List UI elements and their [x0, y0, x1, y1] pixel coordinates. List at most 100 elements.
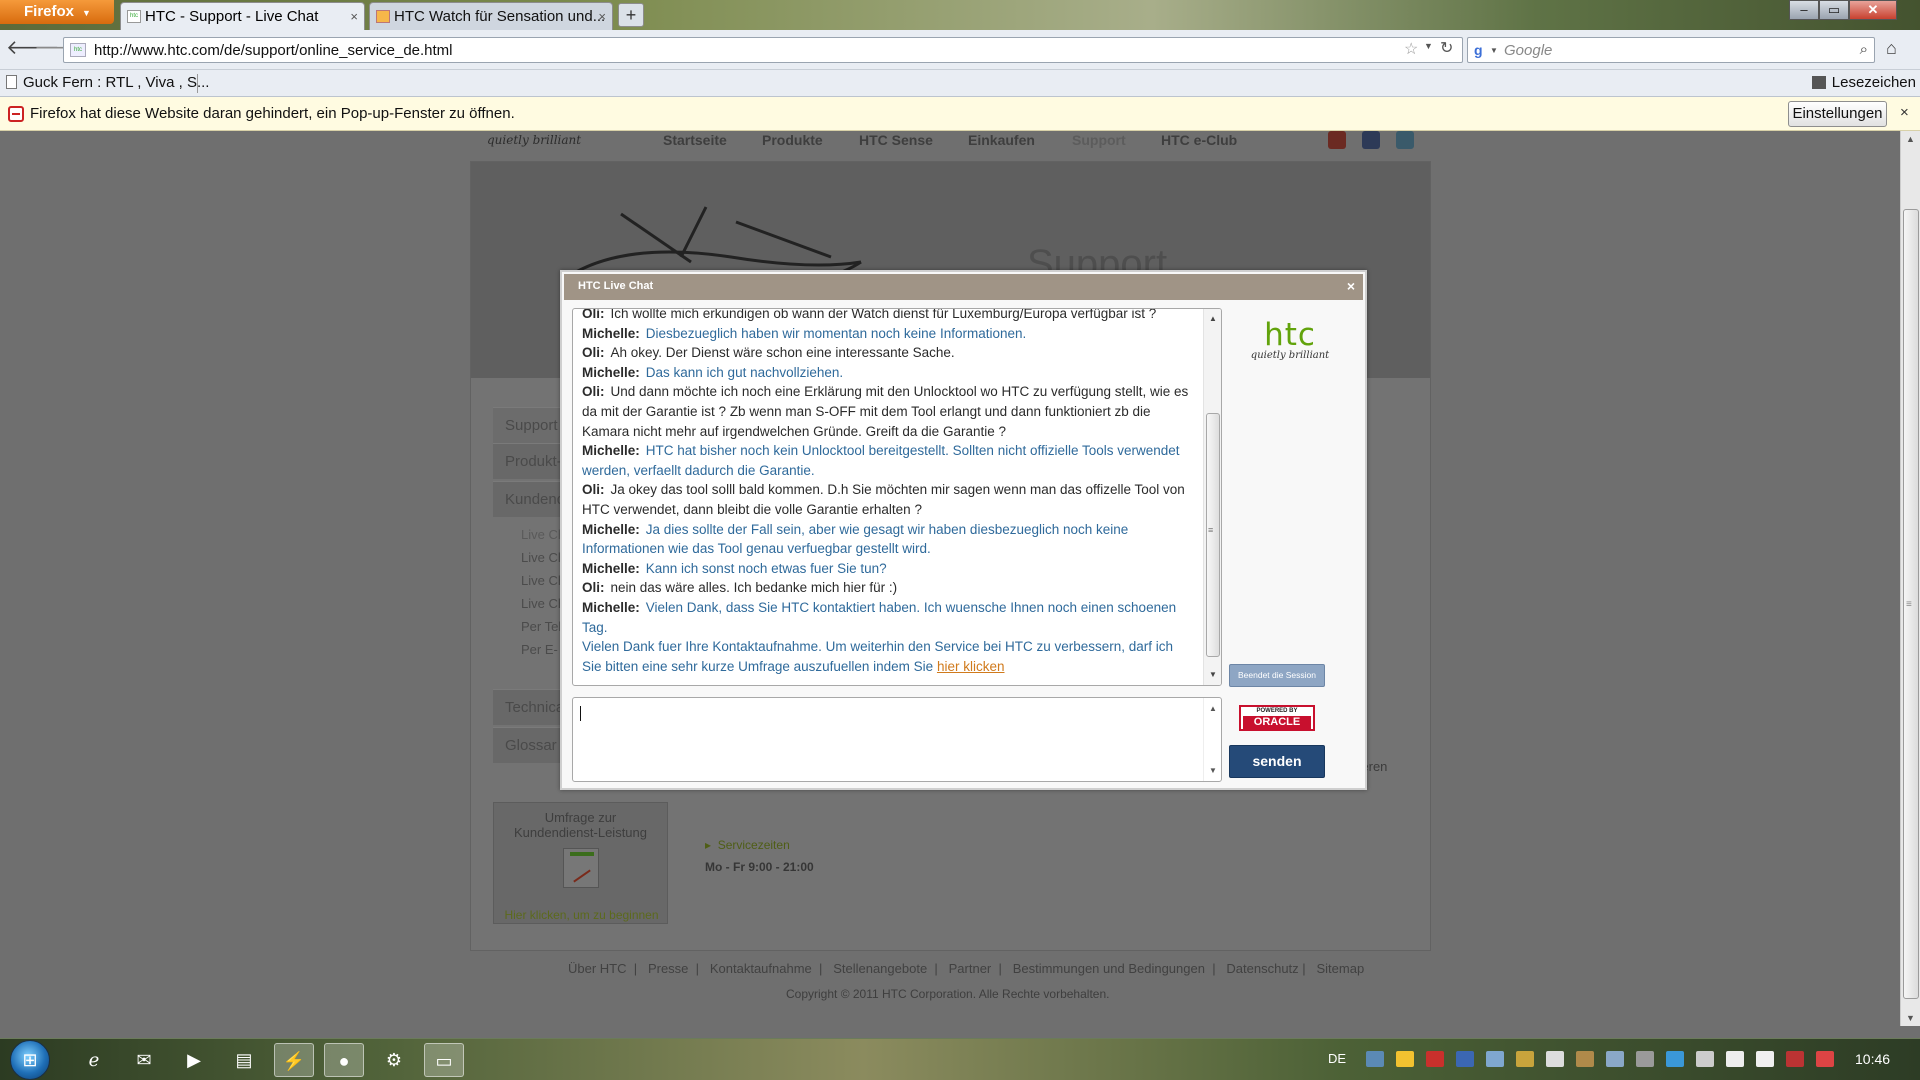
- language-indicator[interactable]: DE: [1328, 1051, 1346, 1066]
- nav-support[interactable]: Support: [1072, 132, 1126, 148]
- tray-app-icon[interactable]: [1396, 1051, 1414, 1067]
- bookmark-item[interactable]: Guck Fern : RTL , Viva , S...: [6, 74, 209, 91]
- clock[interactable]: 10:46: [1855, 1051, 1890, 1067]
- survey-start-link[interactable]: Hier klicken, um zu beginnen: [494, 908, 669, 922]
- scroll-up-icon[interactable]: ▲: [1906, 134, 1915, 144]
- tray-app-icon[interactable]: [1816, 1051, 1834, 1067]
- scrollbar-thumb[interactable]: [1206, 413, 1220, 657]
- footer-link-presse[interactable]: Presse: [648, 961, 688, 976]
- input-scrollbar[interactable]: ▲ ▼: [1203, 698, 1221, 781]
- survey-box[interactable]: Umfrage zur Kundendienst-Leistung Hier k…: [493, 802, 668, 924]
- scroll-down-icon[interactable]: ▼: [1209, 766, 1217, 775]
- sidebar-sub-item[interactable]: Live Ch: [521, 550, 565, 565]
- tray-app-icon[interactable]: [1576, 1051, 1594, 1067]
- footer-link-sitemap[interactable]: Sitemap: [1317, 961, 1365, 976]
- bookmarks-menu-button[interactable]: Lesezeichen: [1811, 74, 1916, 91]
- outlook-icon[interactable]: ✉: [124, 1043, 164, 1077]
- sidebar-sub-item[interactable]: Live Ch: [521, 527, 565, 542]
- message-speaker: Michelle:: [582, 443, 640, 459]
- end-session-button[interactable]: Beendet die Session: [1229, 664, 1325, 687]
- survey-link[interactable]: hier klicken: [937, 659, 1005, 674]
- close-tab-icon[interactable]: ×: [350, 3, 358, 30]
- chat-header: HTC Live Chat ×: [564, 274, 1363, 300]
- tray-app-icon[interactable]: [1696, 1051, 1714, 1067]
- scroll-up-icon[interactable]: ▲: [1209, 314, 1217, 323]
- internet-explorer-icon[interactable]: ℯ: [74, 1043, 114, 1077]
- footer-link-partner[interactable]: Partner: [949, 961, 992, 976]
- footer-link-bestimmungen[interactable]: Bestimmungen und Bedingungen: [1013, 961, 1205, 976]
- url-bar[interactable]: htc http://www.htc.com/de/support/online…: [63, 37, 1463, 63]
- firefox-menu-button[interactable]: Firefox ▼: [0, 0, 114, 24]
- sidebar-sub-item[interactable]: Live Ch: [521, 573, 565, 588]
- bookmark-star-icon[interactable]: ☆: [1404, 39, 1418, 59]
- message-speaker: Oli:: [582, 308, 605, 321]
- sidebar-sub-item[interactable]: Per Tel: [521, 619, 561, 634]
- twitter-icon[interactable]: [1396, 131, 1414, 149]
- volume-icon[interactable]: [1756, 1051, 1774, 1067]
- tray-app-icon[interactable]: [1516, 1051, 1534, 1067]
- tray-app-icon[interactable]: [1366, 1051, 1384, 1067]
- network-icon[interactable]: [1726, 1051, 1744, 1067]
- maximize-button[interactable]: ▭: [1819, 0, 1849, 20]
- nav-einkaufen[interactable]: Einkaufen: [968, 132, 1035, 148]
- nav-produkte[interactable]: Produkte: [762, 132, 823, 148]
- reload-icon[interactable]: ↻: [1440, 38, 1453, 58]
- bluetooth-icon[interactable]: [1456, 1051, 1474, 1067]
- search-bar[interactable]: g ▼ Google ⌕: [1467, 37, 1875, 63]
- search-engine-dropdown-icon[interactable]: ▼: [1490, 46, 1498, 55]
- footer-link-ueber-htc[interactable]: Über HTC: [568, 961, 627, 976]
- nav-htc-sense[interactable]: HTC Sense: [859, 132, 933, 148]
- google-logo-icon[interactable]: g: [1474, 42, 1483, 58]
- tray-app-icon[interactable]: [1636, 1051, 1654, 1067]
- footer-link-kontakt[interactable]: Kontaktaufnahme: [710, 961, 812, 976]
- search-icon[interactable]: ⌕: [1860, 41, 1868, 58]
- page-icon: [6, 75, 17, 89]
- media-player-icon[interactable]: ▶: [174, 1043, 214, 1077]
- minimize-button[interactable]: –: [1789, 0, 1819, 20]
- winrar-icon[interactable]: ⚡: [274, 1043, 314, 1077]
- chat-message: Oli: Ich wollte mich erkundigen ob wann d…: [582, 308, 1192, 324]
- action-center-flag-icon[interactable]: [1546, 1051, 1564, 1067]
- send-button[interactable]: senden: [1229, 745, 1325, 778]
- nav-htc-eclub[interactable]: HTC e-Club: [1161, 132, 1237, 148]
- monitor-app-icon[interactable]: ▭: [424, 1043, 464, 1077]
- explorer-icon[interactable]: ▤: [224, 1043, 264, 1077]
- tray-app-icon[interactable]: [1786, 1051, 1804, 1067]
- tray-app-icon[interactable]: [1486, 1051, 1504, 1067]
- footer-link-stellen[interactable]: Stellenangebote: [833, 961, 927, 976]
- transcript-scrollbar[interactable]: ▲ ≡ ▼: [1203, 309, 1221, 685]
- network-app-icon[interactable]: ⚙: [374, 1043, 414, 1077]
- home-icon[interactable]: ⌂: [1886, 38, 1897, 59]
- start-button[interactable]: ⊞: [10, 1040, 50, 1080]
- close-tab-icon[interactable]: ×: [598, 3, 606, 30]
- tab-htc-watch[interactable]: HTC Watch für Sensation und... ×: [369, 2, 613, 30]
- close-notification-icon[interactable]: ×: [1900, 104, 1909, 121]
- tray-app-icon[interactable]: [1606, 1051, 1624, 1067]
- sidebar-sub-item[interactable]: Live Ch: [521, 596, 565, 611]
- chat-message-input[interactable]: ▲ ▼: [572, 697, 1222, 782]
- dropbox-icon[interactable]: [1666, 1051, 1684, 1067]
- chat-message-list: Oli: Ich wollte mich erkundigen ob wann d…: [582, 308, 1192, 676]
- scroll-down-icon[interactable]: ▼: [1906, 1013, 1915, 1023]
- chat-title: HTC Live Chat: [578, 280, 654, 292]
- facebook-icon[interactable]: [1362, 131, 1380, 149]
- chat-message: Michelle: HTC hat bisher noch kein Unlock…: [582, 441, 1192, 480]
- page-scrollbar[interactable]: ▲ ≡ ▼: [1900, 131, 1920, 1026]
- firefox-icon[interactable]: ●: [324, 1043, 364, 1077]
- new-tab-button[interactable]: +: [618, 3, 644, 27]
- footer-link-datenschutz[interactable]: Datenschutz: [1226, 961, 1298, 976]
- tray-app-icon[interactable]: [1426, 1051, 1444, 1067]
- service-hours-link[interactable]: ▸ Servicezeiten: [705, 838, 790, 852]
- chat-transcript[interactable]: Oli: Ich wollte mich erkundigen ob wann d…: [572, 308, 1222, 686]
- scroll-up-icon[interactable]: ▲: [1209, 704, 1217, 713]
- sidebar-sub-item[interactable]: Per E-: [521, 642, 558, 657]
- close-window-button[interactable]: ✕: [1849, 0, 1897, 20]
- scroll-down-icon[interactable]: ▼: [1209, 670, 1217, 679]
- nav-startseite[interactable]: Startseite: [663, 132, 727, 148]
- close-chat-icon[interactable]: ×: [1347, 278, 1355, 294]
- url-history-dropdown-icon[interactable]: ▼: [1424, 41, 1433, 51]
- site-identity-icon[interactable]: htc: [70, 43, 86, 57]
- youtube-icon[interactable]: [1328, 131, 1346, 149]
- tab-htc-live-chat[interactable]: htc HTC - Support - Live Chat ×: [120, 2, 365, 30]
- settings-button[interactable]: Einstellungen: [1788, 101, 1887, 127]
